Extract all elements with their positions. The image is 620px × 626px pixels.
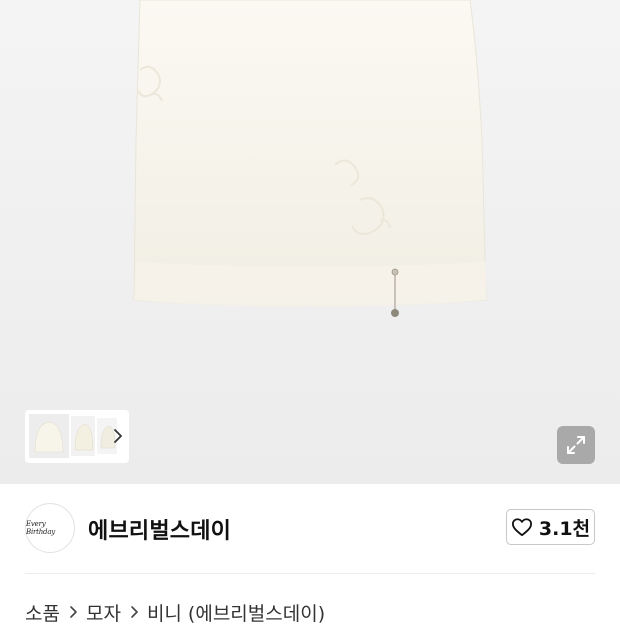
expand-image-button[interactable] — [557, 426, 595, 464]
heart-outline-icon — [511, 518, 532, 537]
brand-logo-text: Every Birthday — [26, 520, 56, 536]
chevron-right-icon — [129, 605, 139, 619]
product-image-area[interactable] — [0, 0, 620, 484]
brand-name[interactable]: 에브리벌스데이 — [88, 513, 231, 545]
breadcrumb-item-hats[interactable]: 모자 — [86, 599, 121, 626]
expand-arrows-icon — [567, 436, 585, 454]
breadcrumb-item-beanie[interactable]: 비니 (에브리벌스데이) — [147, 599, 325, 626]
thumbnail-strip[interactable] — [25, 410, 129, 463]
chevron-right-icon[interactable] — [111, 428, 125, 444]
chevron-right-icon — [68, 605, 78, 619]
brand-row: Every Birthday 에브리벌스데이 3.1천 — [25, 503, 595, 553]
like-button[interactable]: 3.1천 — [506, 509, 595, 545]
breadcrumb-item-props[interactable]: 소품 — [25, 599, 60, 626]
like-count: 3.1천 — [538, 517, 591, 540]
breadcrumb: 소품 모자 비니 (에브리벌스데이) — [25, 599, 325, 626]
divider — [25, 573, 595, 574]
brand-logo[interactable]: Every Birthday — [25, 503, 75, 553]
